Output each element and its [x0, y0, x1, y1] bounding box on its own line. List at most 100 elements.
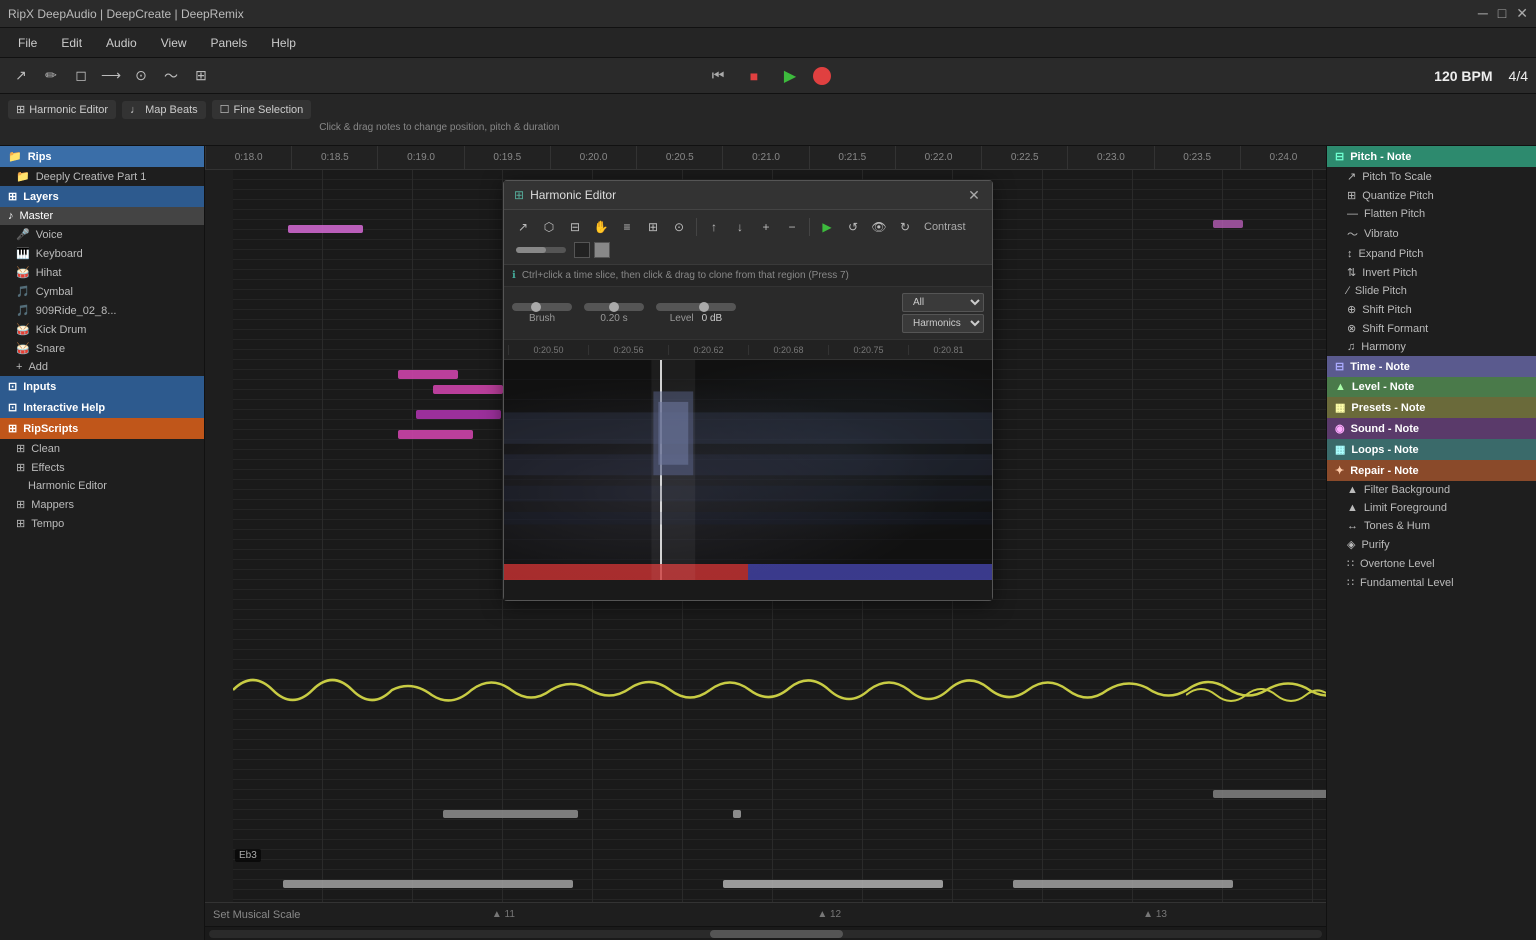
right-filter-bg[interactable]: ▲ Filter Background	[1327, 481, 1536, 499]
brush-thumb[interactable]	[531, 302, 541, 312]
menu-file[interactable]: File	[8, 33, 47, 53]
repair-note-header[interactable]: ✦ Repair - Note	[1327, 460, 1536, 481]
dtool-list[interactable]: ≡	[616, 216, 638, 238]
dtool-play[interactable]: ▶	[816, 216, 838, 238]
note-block[interactable]	[723, 880, 943, 888]
note-block[interactable]	[433, 385, 503, 394]
erase-tool[interactable]: ◻	[68, 63, 94, 89]
dtool-lasso[interactable]: ⬡	[538, 216, 560, 238]
camera-tool[interactable]: ⊙	[128, 63, 154, 89]
script-mappers[interactable]: ⊞ Mappers	[0, 495, 204, 514]
dtool-refresh[interactable]: ↻	[894, 216, 916, 238]
right-purify[interactable]: ◈ Purify	[1327, 535, 1536, 554]
layer-cymbal[interactable]: 🎵 Cymbal	[0, 282, 204, 301]
grid-tool[interactable]: ⊞	[188, 63, 214, 89]
note-block[interactable]	[288, 225, 363, 233]
slice-tool[interactable]: ⟶	[98, 63, 124, 89]
time-note-header[interactable]: ⊟ Time - Note	[1327, 356, 1536, 377]
harmonic-editor-dialog[interactable]: ⊞ Harmonic Editor ✕ ↗ ⬡ ⊟ ✋ ≡ ⊞	[503, 180, 993, 601]
dtool-eye[interactable]: 👁	[868, 216, 890, 238]
rip-item[interactable]: 📁 Deeply Creative Part 1	[0, 167, 204, 186]
right-shift-formant[interactable]: ⊗ Shift Formant	[1327, 319, 1536, 338]
note-block[interactable]	[416, 410, 501, 419]
harmonics-display[interactable]	[504, 360, 992, 580]
note-block[interactable]	[1213, 220, 1243, 228]
menu-panels[interactable]: Panels	[201, 33, 258, 53]
right-overtone[interactable]: ∷ Overtone Level	[1327, 554, 1536, 573]
wave-tool[interactable]: 〜	[158, 63, 184, 89]
inputs-header[interactable]: ⊡ Inputs	[0, 376, 204, 397]
close-btn[interactable]: ✕	[1516, 5, 1528, 22]
level-thumb[interactable]	[699, 302, 709, 312]
minimize-btn[interactable]: ─	[1478, 5, 1488, 22]
sound-note-header[interactable]: ◉ Sound - Note	[1327, 418, 1536, 439]
stop-btn[interactable]: ■	[741, 63, 767, 89]
right-shift-pitch[interactable]: ⊕ Shift Pitch	[1327, 300, 1536, 319]
dtool-down[interactable]: ↓	[729, 216, 751, 238]
script-harmonic-editor[interactable]: Harmonic Editor	[0, 477, 204, 495]
time-thumb[interactable]	[609, 302, 619, 312]
dtool-minus[interactable]: −	[781, 216, 803, 238]
tracks-canvas[interactable]: Eb3	[233, 170, 1326, 902]
note-block[interactable]	[443, 810, 578, 818]
dtool-up[interactable]: ↑	[703, 216, 725, 238]
dtool-select[interactable]: ↗	[512, 216, 534, 238]
map-beats-btn[interactable]: ♩ Map Beats	[122, 101, 206, 119]
layer-master[interactable]: ♪ Master	[0, 207, 204, 225]
right-invert-pitch[interactable]: ⇅ Invert Pitch	[1327, 263, 1536, 282]
window-controls[interactable]: ─ □ ✕	[1478, 5, 1528, 22]
dtool-plus[interactable]: +	[755, 216, 777, 238]
fine-selection-btn[interactable]: ☐ Fine Selection	[212, 100, 312, 119]
ripscripts-header[interactable]: ⊞ RipScripts	[0, 418, 204, 439]
record-btn[interactable]	[813, 67, 831, 85]
loops-note-header[interactable]: ▦ Loops - Note	[1327, 439, 1536, 460]
scrollbar-thumb[interactable]	[710, 930, 844, 938]
menu-edit[interactable]: Edit	[51, 33, 92, 53]
pitch-note-header[interactable]: ⊟ Pitch - Note	[1327, 146, 1536, 167]
layer-hihat[interactable]: 🥁 Hihat	[0, 263, 204, 282]
right-quantize-pitch[interactable]: ⊞ Quantize Pitch	[1327, 186, 1536, 205]
level-slider[interactable]	[656, 303, 736, 311]
maximize-btn[interactable]: □	[1498, 5, 1506, 22]
presets-note-header[interactable]: ▦ Presets - Note	[1327, 397, 1536, 418]
right-flatten-pitch[interactable]: — Flatten Pitch	[1327, 205, 1536, 223]
note-block[interactable]	[1213, 790, 1326, 798]
right-vibrato[interactable]: 〜 Vibrato	[1327, 223, 1536, 245]
brush-slider[interactable]	[512, 303, 572, 311]
rewind-btn[interactable]: ⏮	[705, 63, 731, 89]
contrast-slider[interactable]	[516, 247, 566, 253]
set-musical-scale-label[interactable]: Set Musical Scale	[213, 909, 300, 921]
time-slider[interactable]	[584, 303, 644, 311]
right-harmony[interactable]: ♫ Harmony	[1327, 338, 1536, 356]
right-slide-pitch[interactable]: ∕ Slide Pitch	[1327, 282, 1536, 300]
dtool-camera[interactable]: ⊙	[668, 216, 690, 238]
select-tool[interactable]: ↗	[8, 63, 34, 89]
layer-keyboard[interactable]: 🎹 Keyboard	[0, 244, 204, 263]
interactive-header[interactable]: ⊡ Interactive Help	[0, 397, 204, 418]
script-clean[interactable]: ⊞ Clean	[0, 439, 204, 458]
script-effects[interactable]: ⊞ Effects	[0, 458, 204, 477]
note-block[interactable]	[1013, 880, 1233, 888]
right-tones-hum[interactable]: ↔ Tones & Hum	[1327, 517, 1536, 535]
level-note-header[interactable]: ▲ Level - Note	[1327, 377, 1536, 397]
dtool-bars[interactable]: ⊟	[564, 216, 586, 238]
note-block[interactable]	[398, 430, 473, 439]
layer-snare[interactable]: 🥁 Snare	[0, 339, 204, 358]
draw-tool[interactable]: ✏	[38, 63, 64, 89]
right-limit-fg[interactable]: ▲ Limit Foreground	[1327, 499, 1536, 517]
note-block[interactable]	[398, 370, 458, 379]
harmonics-dropdown[interactable]: Harmonics	[902, 314, 984, 333]
script-tempo[interactable]: ⊞ Tempo	[0, 514, 204, 533]
note-block[interactable]	[733, 810, 741, 818]
dtool-hand[interactable]: ✋	[590, 216, 612, 238]
dialog-close-btn[interactable]: ✕	[966, 187, 982, 203]
layer-909ride[interactable]: 🎵 909Ride_02_8...	[0, 301, 204, 320]
layer-kick[interactable]: 🥁 Kick Drum	[0, 320, 204, 339]
menu-help[interactable]: Help	[261, 33, 306, 53]
right-pitch-to-scale[interactable]: ↗ Pitch To Scale	[1327, 167, 1536, 186]
harmonic-editor-btn[interactable]: ⊞ Harmonic Editor	[8, 100, 116, 119]
scrollbar-track[interactable]	[209, 930, 1322, 938]
menu-view[interactable]: View	[151, 33, 197, 53]
note-block[interactable]	[283, 880, 573, 888]
all-dropdown[interactable]: All	[902, 293, 984, 312]
